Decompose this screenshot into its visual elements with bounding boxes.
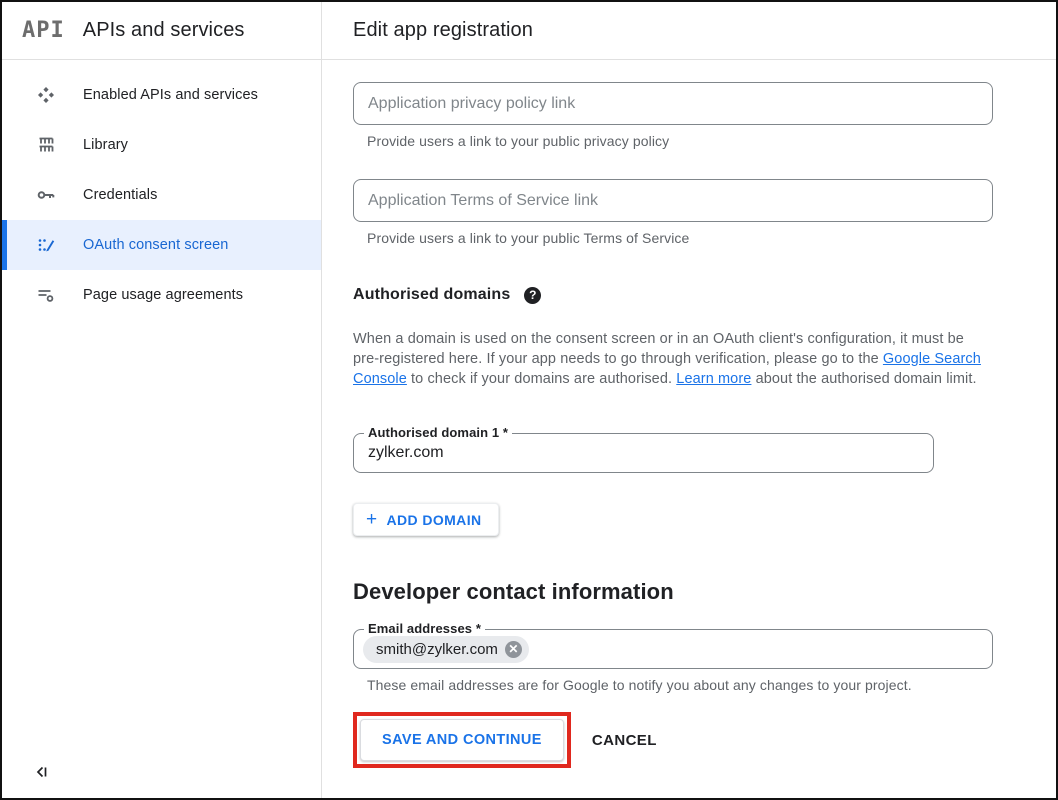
sidebar-title: APIs and services (83, 19, 245, 42)
tos-helper-text: Provide users a link to your public Term… (367, 230, 1056, 246)
sidebar-item-enabled-apis[interactable]: Enabled APIs and services (2, 70, 321, 120)
authorised-domain-1-field: Authorised domain 1 * (353, 433, 934, 473)
developer-contact-heading: Developer contact information (353, 579, 1056, 605)
enabled-apis-icon (36, 85, 56, 105)
email-helper-text: These email addresses are for Google to … (367, 677, 1056, 693)
api-logo: API (22, 18, 65, 43)
privacy-policy-field-group: Provide users a link to your public priv… (353, 82, 1056, 149)
cancel-button[interactable]: CANCEL (592, 732, 657, 749)
oauth-consent-icon (36, 235, 56, 255)
chip-remove-icon[interactable]: ✕ (505, 641, 522, 658)
sidebar-item-label: OAuth consent screen (83, 237, 228, 253)
description-text: about the authorised domain limit. (751, 371, 976, 387)
email-chip-text: smith@zylker.com (376, 641, 498, 658)
description-text: to check if your domains are authorised. (407, 371, 676, 387)
main-panel: Edit app registration Provide users a li… (322, 2, 1056, 798)
library-icon (36, 135, 56, 155)
privacy-policy-helper-text: Provide users a link to your public priv… (367, 133, 1056, 149)
main-header: Edit app registration (322, 2, 1056, 60)
sidebar-nav: Enabled APIs and services Library (2, 70, 321, 320)
add-domain-button[interactable]: + ADD DOMAIN (353, 503, 499, 536)
collapse-left-icon (32, 762, 52, 782)
email-addresses-label: Email addresses * (364, 621, 485, 636)
tos-link-input[interactable] (353, 179, 993, 222)
red-highlight-annotation: SAVE AND CONTINUE (353, 712, 571, 768)
authorised-domains-description: When a domain is used on the consent scr… (353, 329, 993, 389)
sidebar-item-library[interactable]: Library (2, 120, 321, 170)
help-icon[interactable]: ? (524, 287, 541, 304)
plus-icon: + (366, 510, 378, 529)
sidebar-item-page-usage-agreements[interactable]: Page usage agreements (2, 270, 321, 320)
sidebar-item-label: Page usage agreements (83, 287, 243, 303)
sidebar-header: API APIs and services (2, 2, 321, 60)
authorised-domains-heading-row: Authorised domains ? (353, 286, 1056, 304)
privacy-policy-link-input[interactable] (353, 82, 993, 125)
edit-app-registration-form: Provide users a link to your public priv… (322, 60, 1056, 768)
page-agreements-icon (36, 285, 56, 305)
page-title: Edit app registration (353, 19, 533, 42)
authorised-domains-heading: Authorised domains (353, 286, 510, 304)
form-actions: SAVE AND CONTINUE CANCEL (353, 712, 1056, 768)
tos-field-group: Provide users a link to your public Term… (353, 179, 1056, 246)
sidebar: API APIs and services Enabled APIs and s… (2, 2, 322, 798)
sidebar-item-credentials[interactable]: Credentials (2, 170, 321, 220)
sidebar-item-label: Credentials (83, 187, 157, 203)
sidebar-item-oauth-consent-screen[interactable]: OAuth consent screen (2, 220, 321, 270)
save-and-continue-button[interactable]: SAVE AND CONTINUE (360, 719, 564, 761)
authorised-domain-1-label: Authorised domain 1 * (364, 425, 512, 440)
description-text: When a domain is used on the consent scr… (353, 331, 964, 367)
key-icon (36, 185, 56, 205)
collapse-sidebar-button[interactable] (30, 760, 54, 784)
sidebar-item-label: Enabled APIs and services (83, 87, 258, 103)
add-domain-label: ADD DOMAIN (387, 512, 482, 528)
email-chip: smith@zylker.com ✕ (363, 636, 529, 663)
app-window: API APIs and services Enabled APIs and s… (0, 0, 1058, 800)
email-addresses-field[interactable]: Email addresses * smith@zylker.com ✕ (353, 629, 993, 669)
learn-more-link[interactable]: Learn more (676, 371, 751, 387)
sidebar-item-label: Library (83, 137, 128, 153)
